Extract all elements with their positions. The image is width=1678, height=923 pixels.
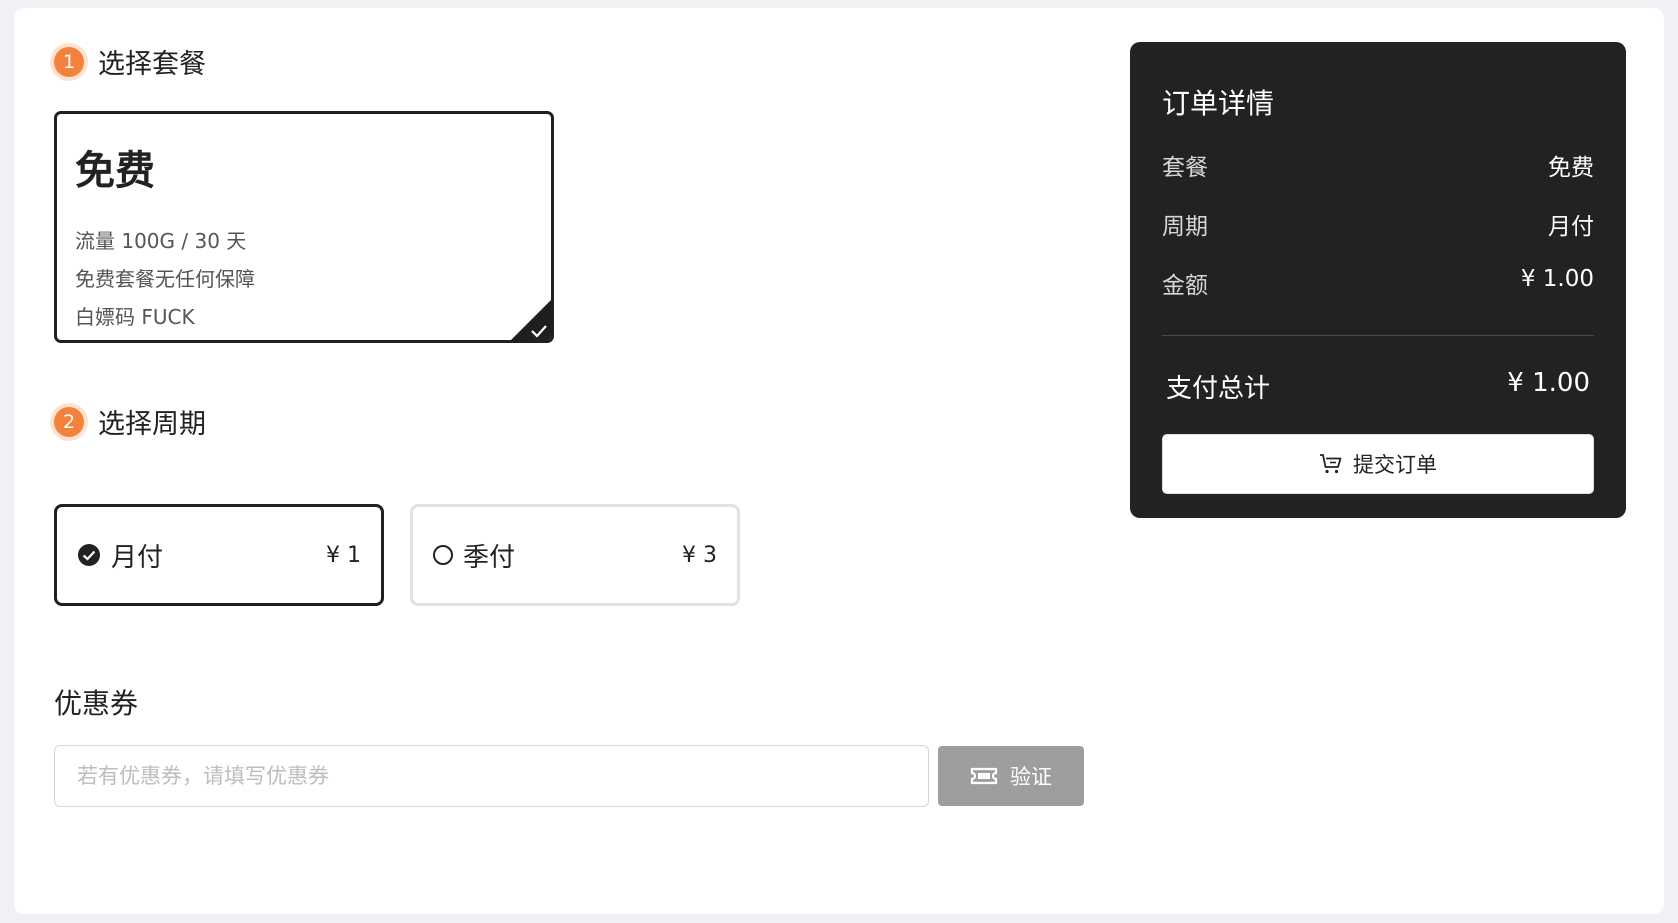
order-row-key: 金额 [1162,273,1208,299]
step-title: 选择套餐 [98,49,206,80]
step-period-header: 2 选择周期 [54,402,206,441]
coupon-title: 优惠券 [54,687,139,720]
order-row-value: ¥ 1.00 [1520,266,1594,292]
order-title: 订单详情 [1162,87,1275,120]
period-option-quarterly[interactable]: 季付 ¥ 3 [410,504,740,606]
order-total-row: 支付总计 ¥ 1.00 [1166,368,1590,405]
period-label: 月付 [111,542,164,573]
step-title: 选择周期 [98,409,206,440]
order-row-period: 周期 月付 [1162,207,1594,241]
step-number-badge: 2 [54,406,84,437]
plan-description: 流量 100G / 30 天 免费套餐无任何保障 白嫖码 FUCK [75,222,255,336]
cart-icon [1320,454,1342,474]
verify-coupon-button[interactable]: 验证 [938,746,1084,806]
submit-order-label: 提交订单 [1353,453,1437,477]
order-details-panel: 订单详情 套餐 免费 周期 月付 金额 ¥ 1.00 支付总计 ¥ 1.00 提… [1130,42,1626,518]
order-row-key: 周期 [1162,214,1208,240]
order-row-value: 免费 [1548,155,1594,181]
order-row-value: 月付 [1548,214,1594,240]
verify-label: 验证 [1010,765,1052,789]
plan-name: 免费 [75,148,155,194]
plan-traffic: 流量 100G / 30 天 [75,229,247,253]
period-price: ¥ 3 [682,542,717,568]
total-label: 支付总计 [1166,374,1271,404]
period-label: 季付 [463,542,516,573]
radio-unchecked-icon [433,545,453,565]
plan-card-free[interactable]: 免费 流量 100G / 30 天 免费套餐无任何保障 白嫖码 FUCK [54,111,554,343]
plan-code: 白嫖码 FUCK [75,305,195,329]
coupon-input[interactable] [54,745,929,807]
ticket-icon [970,767,998,785]
step-plan-header: 1 选择套餐 [54,42,206,81]
order-row-amount: 金额 ¥ 1.00 [1162,266,1594,300]
order-row-plan: 套餐 免费 [1162,148,1594,182]
step-number-badge: 1 [54,46,84,77]
period-price: ¥ 1 [326,542,361,568]
plan-note: 免费套餐无任何保障 [75,267,255,291]
total-value: ¥ 1.00 [1507,368,1590,398]
checkout-card: 1 选择套餐 免费 流量 100G / 30 天 免费套餐无任何保障 白嫖码 F… [14,8,1664,914]
radio-checked-icon [78,544,100,566]
order-row-key: 套餐 [1162,155,1208,181]
order-divider [1162,335,1594,336]
period-option-monthly[interactable]: 月付 ¥ 1 [54,504,384,606]
checkmark-icon [531,325,547,338]
submit-order-button[interactable]: 提交订单 [1162,434,1594,494]
